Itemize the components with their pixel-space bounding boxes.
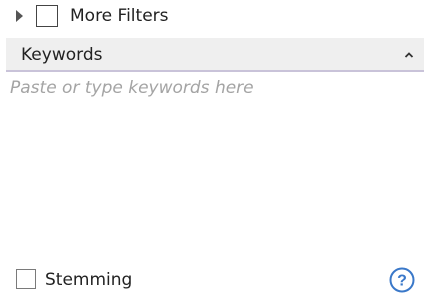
stemming-checkbox[interactable] — [16, 269, 36, 289]
keywords-title: Keywords — [21, 45, 103, 65]
stemming-label: Stemming — [45, 270, 133, 290]
expand-triangle-icon[interactable] — [16, 10, 23, 22]
more-filters-row: More Filters — [0, 0, 424, 34]
help-glyph: ? — [397, 273, 407, 290]
keywords-section-header[interactable]: Keywords — [6, 38, 424, 72]
filter-panel: More Filters Keywords Stemming ? — [0, 0, 424, 300]
chevron-up-icon[interactable] — [404, 48, 414, 62]
keywords-input[interactable] — [6, 72, 424, 252]
more-filters-label: More Filters — [70, 6, 169, 26]
more-filters-checkbox[interactable] — [36, 5, 58, 27]
question-circle-icon[interactable]: ? — [389, 267, 415, 293]
